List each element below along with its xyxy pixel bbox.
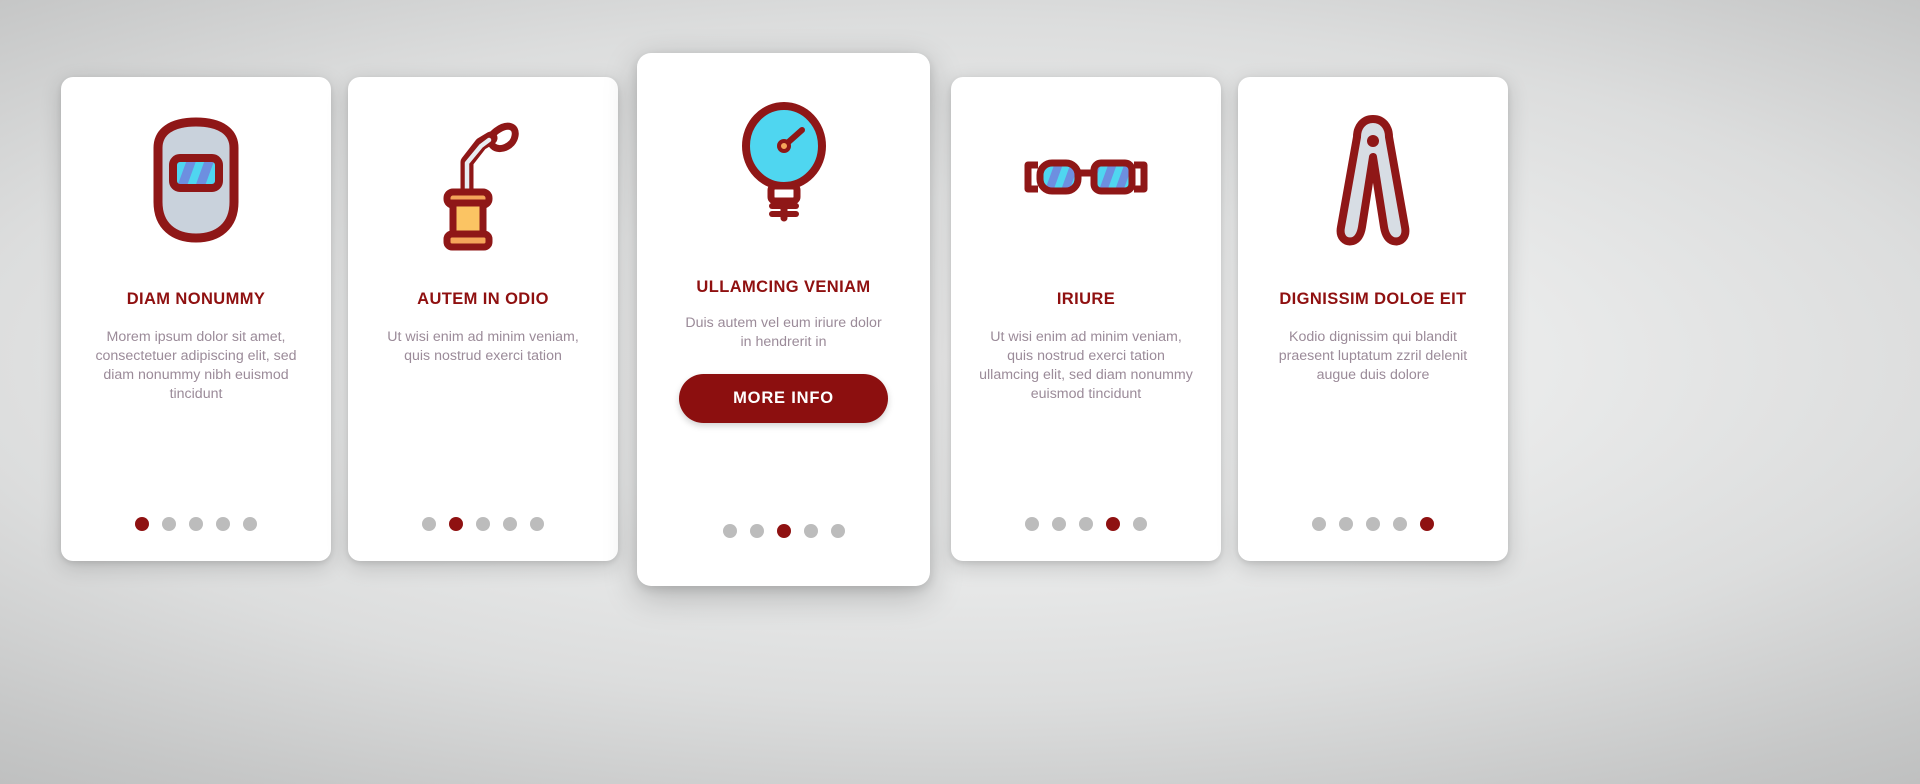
onboarding-card-4[interactable]: IRIURE Ut wisi enim ad minim veniam, qui… [951, 77, 1221, 561]
pagination-dot[interactable] [1420, 517, 1434, 531]
onboarding-card-5[interactable]: DIGNISSIM DOLOE EIT Kodio dignissim qui … [1238, 77, 1508, 561]
onboarding-screens-stage: DIAM NONUMMY Morem ipsum dolor sit amet,… [0, 0, 1920, 784]
pagination-dot[interactable] [1339, 517, 1353, 531]
pagination-dots[interactable] [951, 517, 1221, 531]
pagination-dot[interactable] [1366, 517, 1380, 531]
welding-mask-icon [61, 77, 331, 282]
card-body-text: Ut wisi enim ad minim veniam, quis nostr… [979, 329, 1193, 403]
pagination-dot[interactable] [476, 517, 490, 531]
pagination-dot[interactable] [1052, 517, 1066, 531]
pagination-dot[interactable] [503, 517, 517, 531]
pagination-dot[interactable] [189, 517, 203, 531]
pagination-dot[interactable] [1025, 517, 1039, 531]
pagination-dot[interactable] [776, 524, 791, 538]
card-title: DIAM NONUMMY [126, 290, 266, 308]
pagination-dot[interactable] [803, 524, 818, 538]
pagination-dot[interactable] [216, 517, 230, 531]
card-body-text: Morem ipsum dolor sit amet, consectetuer… [95, 329, 297, 403]
card-body-text: Duis autem vel eum iriure dolor in hendr… [685, 315, 882, 351]
pagination-dot[interactable] [449, 517, 463, 531]
onboarding-card-3-featured[interactable]: ULLAMCING VENIAM Duis autem vel eum iriu… [637, 53, 930, 586]
pagination-dot[interactable] [830, 524, 845, 538]
pagination-dot[interactable] [722, 524, 737, 538]
pagination-dot[interactable] [749, 524, 764, 538]
welding-torch-icon [348, 77, 618, 282]
card-title: DIGNISSIM DOLOE EIT [1279, 290, 1467, 308]
welding-clamp-icon [1238, 77, 1508, 282]
pagination-dot[interactable] [1312, 517, 1326, 531]
pressure-gauge-icon [637, 53, 930, 278]
pagination-dot[interactable] [422, 517, 436, 531]
pagination-dots[interactable] [637, 524, 930, 538]
pagination-dot[interactable] [1106, 517, 1120, 531]
pagination-dot[interactable] [135, 517, 149, 531]
pagination-dots[interactable] [1238, 517, 1508, 531]
more-info-button[interactable]: MORE INFO [679, 374, 888, 424]
safety-goggles-icon [951, 77, 1221, 282]
pagination-dot[interactable] [162, 517, 176, 531]
pagination-dots[interactable] [61, 517, 331, 531]
card-title: IRIURE [1056, 290, 1116, 308]
pagination-dots[interactable] [348, 517, 618, 531]
card-body-text: Ut wisi enim ad minim veniam, quis nostr… [387, 329, 579, 365]
pagination-dot[interactable] [243, 517, 257, 531]
card-title: AUTEM IN ODIO [417, 290, 549, 308]
pagination-dot[interactable] [1133, 517, 1147, 531]
pagination-dot[interactable] [530, 517, 544, 531]
pagination-dot[interactable] [1079, 517, 1093, 531]
onboarding-card-2[interactable]: AUTEM IN ODIO Ut wisi enim ad minim veni… [348, 77, 618, 561]
pagination-dot[interactable] [1393, 517, 1407, 531]
onboarding-card-1[interactable]: DIAM NONUMMY Morem ipsum dolor sit amet,… [61, 77, 331, 561]
card-title: ULLAMCING VENIAM [696, 278, 871, 296]
card-body-text: Kodio dignissim qui blandit praesent lup… [1278, 329, 1468, 384]
